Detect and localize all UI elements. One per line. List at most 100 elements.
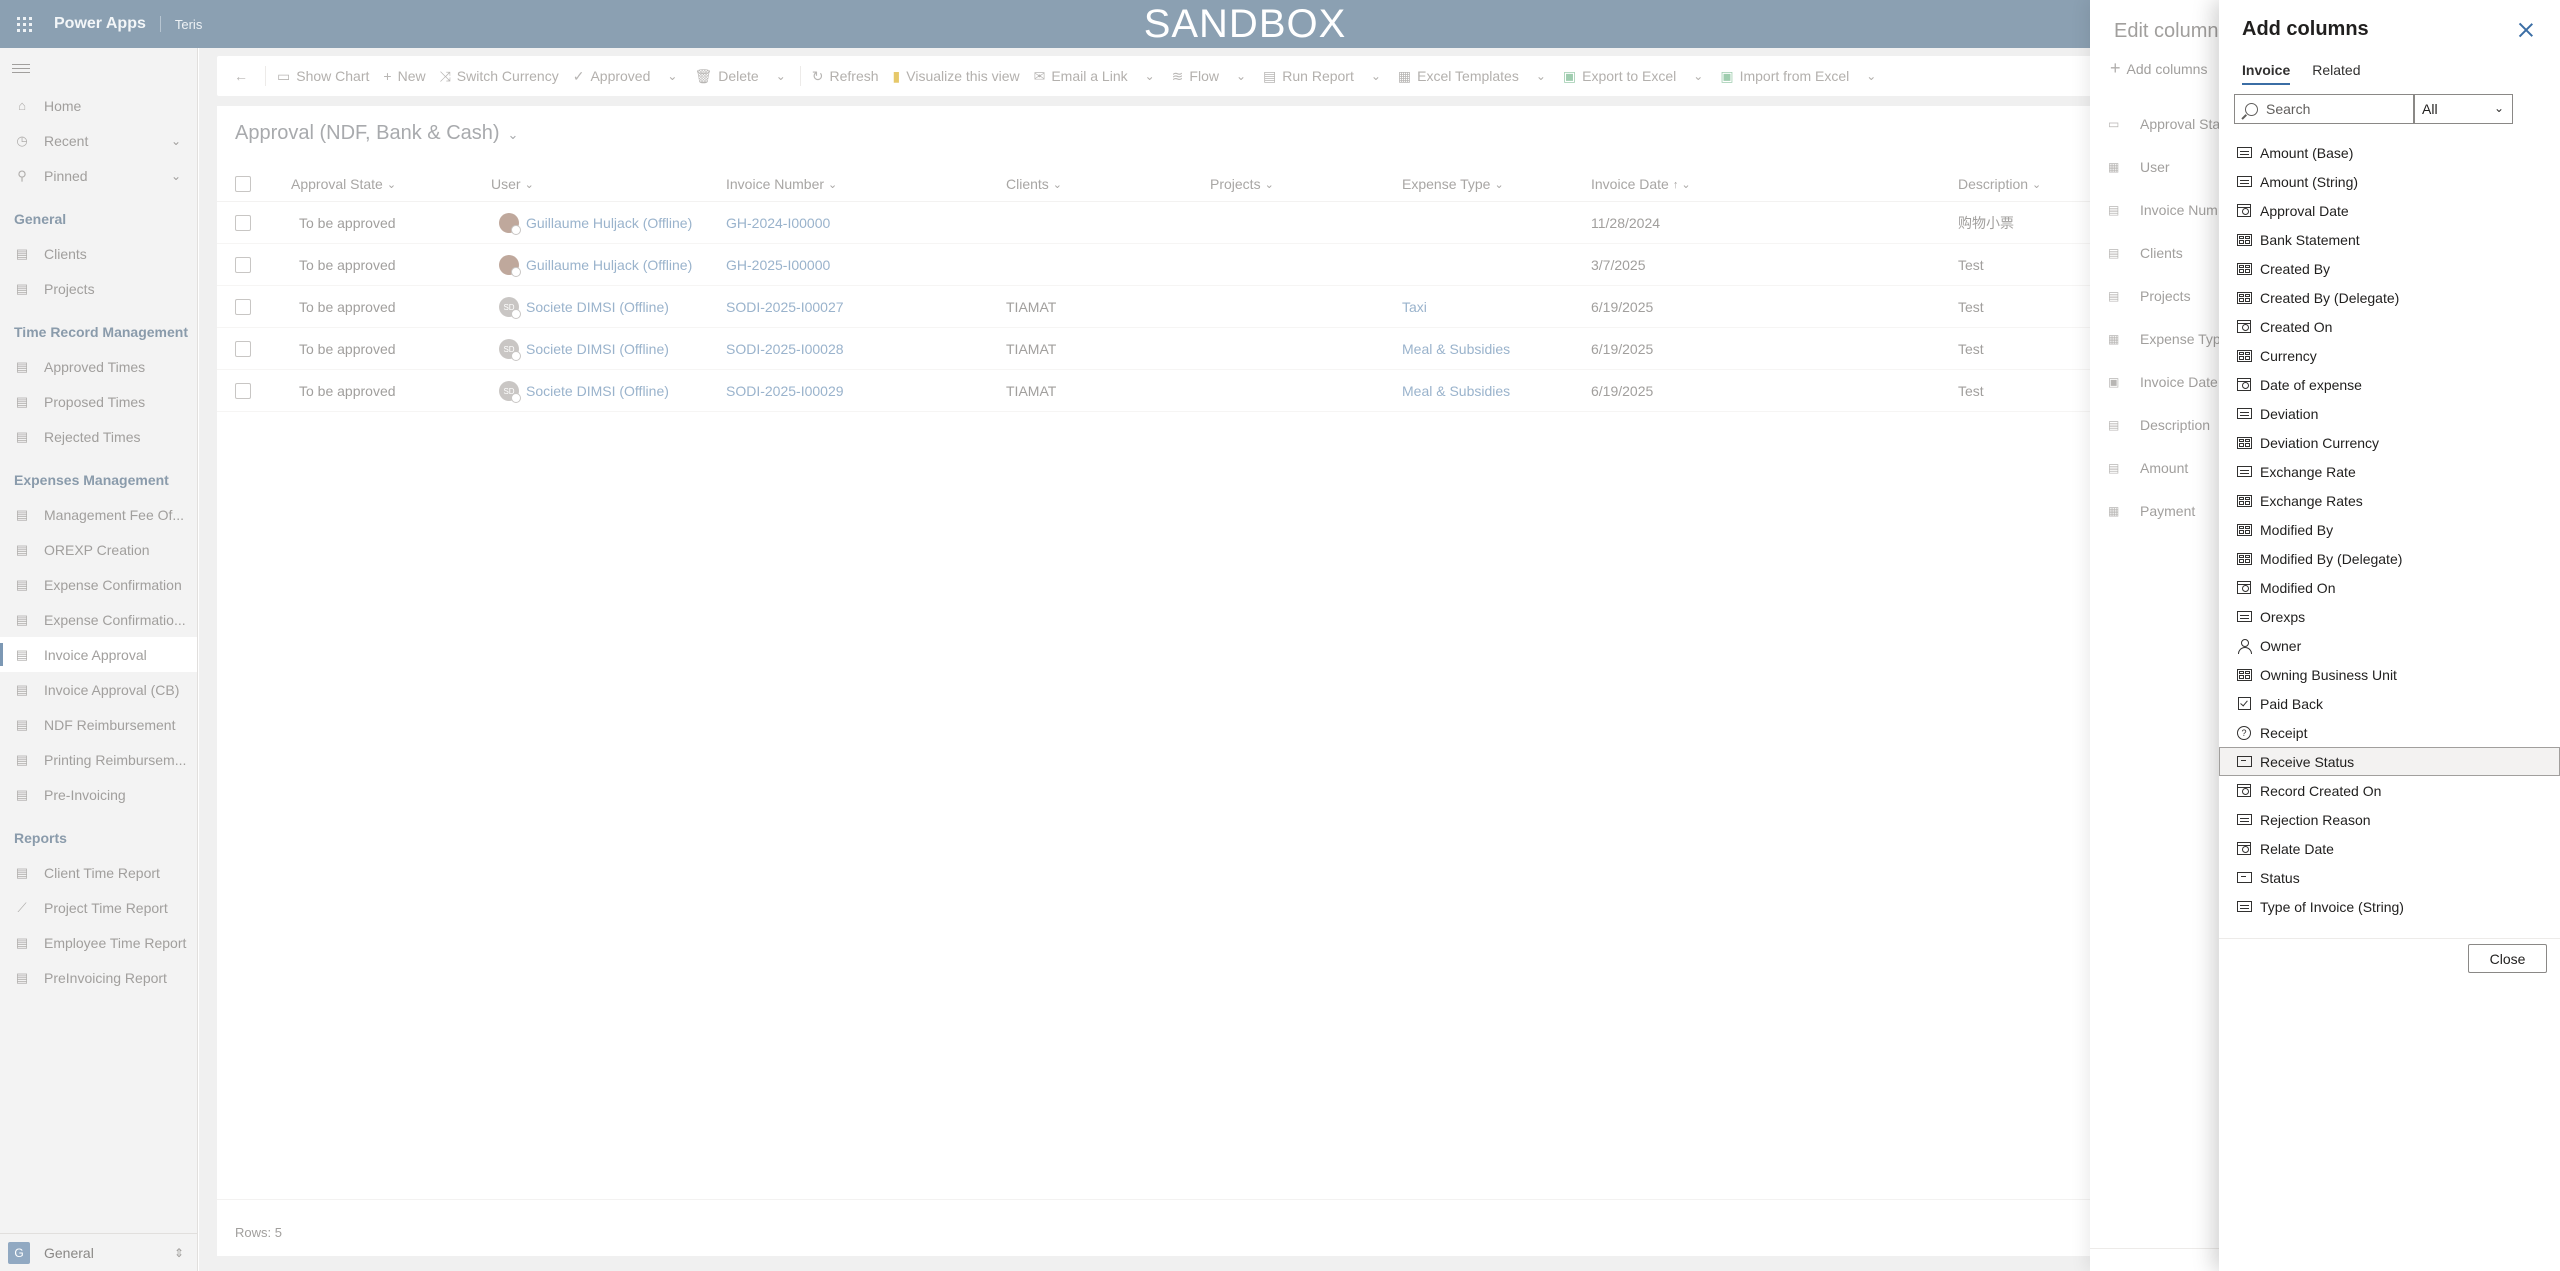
close-icon[interactable] bbox=[2518, 22, 2534, 38]
column-option[interactable]: Status bbox=[2219, 863, 2560, 892]
tab-related[interactable]: Related bbox=[2312, 62, 2360, 85]
sidebar-item[interactable]: ▤ Printing Reimbursem... bbox=[0, 742, 197, 777]
user-link[interactable]: Societe DIMSI (Offline) bbox=[526, 383, 669, 399]
chevron-down-icon[interactable]: ⌄ bbox=[171, 169, 181, 183]
sidebar-item[interactable]: ▤ Projects bbox=[0, 271, 197, 306]
delete-dropdown-icon[interactable]: ⌄ bbox=[766, 69, 796, 83]
user-link[interactable]: Societe DIMSI (Offline) bbox=[526, 341, 669, 357]
sidebar-item[interactable]: ▤ Expense Confirmation bbox=[0, 567, 197, 602]
search-input[interactable] bbox=[2266, 101, 2406, 117]
column-header-description[interactable]: Description ⌄ bbox=[1958, 166, 2041, 202]
select-all-checkbox[interactable] bbox=[235, 166, 251, 202]
column-option[interactable]: Paid Back bbox=[2219, 689, 2560, 718]
column-option[interactable]: Date of expense bbox=[2219, 370, 2560, 399]
add-columns-button[interactable]: + Add columns bbox=[2110, 58, 2207, 79]
column-option[interactable]: Orexps bbox=[2219, 602, 2560, 631]
sidebar-item-recent[interactable]: ◷ Recent ⌄ bbox=[0, 123, 197, 158]
column-header-invoice-number[interactable]: Invoice Number ⌄ bbox=[726, 166, 837, 202]
row-checkbox[interactable] bbox=[235, 202, 251, 244]
run-report-button[interactable]: ▤ Run Report bbox=[1256, 56, 1361, 96]
column-option[interactable]: Bank Statement bbox=[2219, 225, 2560, 254]
column-header-expense-type[interactable]: Expense Type ⌄ bbox=[1402, 166, 1504, 202]
cell-invoice-number[interactable]: SODI-2025-I00027 bbox=[726, 286, 844, 328]
view-selector[interactable]: Approval (NDF, Bank & Cash) ⌄ bbox=[235, 122, 518, 145]
column-option[interactable]: Exchange Rate bbox=[2219, 457, 2560, 486]
column-option[interactable]: ? Receipt bbox=[2219, 718, 2560, 747]
sidebar-item[interactable]: ▤ Clients bbox=[0, 236, 197, 271]
sidebar-item[interactable]: ▤ Management Fee Of... bbox=[0, 497, 197, 532]
switch-currency-button[interactable]: ⤨ Switch Currency bbox=[433, 56, 566, 96]
sidebar-item[interactable]: ▤ NDF Reimbursement bbox=[0, 707, 197, 742]
column-header-user[interactable]: User ⌄ bbox=[491, 166, 534, 202]
cell-user[interactable]: Guillaume Huljack (Offline) bbox=[499, 244, 692, 286]
email-link-button[interactable]: ✉ Email a Link bbox=[1027, 56, 1135, 96]
column-option[interactable]: Owning Business Unit bbox=[2219, 660, 2560, 689]
sidebar-item-home[interactable]: ⌂ Home bbox=[0, 88, 197, 123]
import-dropdown-icon[interactable]: ⌄ bbox=[1856, 69, 1886, 83]
export-dropdown-icon[interactable]: ⌄ bbox=[1683, 69, 1713, 83]
cell-invoice-number[interactable]: GH-2025-I00000 bbox=[726, 244, 830, 286]
column-option[interactable]: Modified By (Delegate) bbox=[2219, 544, 2560, 573]
sidebar-item[interactable]: ▤ Proposed Times bbox=[0, 384, 197, 419]
approved-dropdown-icon[interactable]: ⌄ bbox=[657, 69, 687, 83]
column-option[interactable]: Rejection Reason bbox=[2219, 805, 2560, 834]
cell-expense-type[interactable]: Taxi bbox=[1402, 286, 1427, 328]
cell-expense-type[interactable]: Meal & Subsidies bbox=[1402, 328, 1510, 370]
flow-dropdown-icon[interactable]: ⌄ bbox=[1226, 69, 1256, 83]
cell-user[interactable]: SD Societe DIMSI (Offline) bbox=[499, 328, 669, 370]
sidebar-item[interactable]: ▤ Client Time Report bbox=[0, 855, 197, 890]
visualize-button[interactable]: ▮ Visualize this view bbox=[886, 56, 1027, 96]
hamburger-menu-icon[interactable] bbox=[0, 48, 197, 88]
table-row[interactable]: To be approved SD Societe DIMSI (Offline) S… bbox=[217, 286, 2417, 328]
row-checkbox[interactable] bbox=[235, 286, 251, 328]
flow-button[interactable]: ≋ Flow bbox=[1165, 56, 1226, 96]
sidebar-item[interactable]: ⟋ Project Time Report bbox=[0, 890, 197, 925]
table-row[interactable]: To be approved Guillaume Huljack (Offline… bbox=[217, 244, 2417, 286]
close-button[interactable]: Close bbox=[2468, 944, 2547, 973]
column-option[interactable]: Modified By bbox=[2219, 515, 2560, 544]
back-button[interactable]: ← bbox=[227, 56, 261, 96]
table-row[interactable]: To be approved SD Societe DIMSI (Offline) S… bbox=[217, 370, 2417, 412]
cell-user[interactable]: Guillaume Huljack (Offline) bbox=[499, 202, 692, 244]
column-option[interactable]: Deviation Currency bbox=[2219, 428, 2560, 457]
excel-templates-dropdown-icon[interactable]: ⌄ bbox=[1526, 69, 1556, 83]
sidebar-item[interactable]: ▤ OREXP Creation bbox=[0, 532, 197, 567]
column-option[interactable]: Exchange Rates bbox=[2219, 486, 2560, 515]
show-chart-button[interactable]: ▭ Show Chart bbox=[270, 56, 376, 96]
sidebar-item[interactable]: ▤ Rejected Times bbox=[0, 419, 197, 454]
email-dropdown-icon[interactable]: ⌄ bbox=[1135, 69, 1165, 83]
excel-templates-button[interactable]: ▦ Excel Templates bbox=[1391, 56, 1526, 96]
user-link[interactable]: Guillaume Huljack (Offline) bbox=[526, 257, 692, 273]
column-option[interactable]: Record Created On bbox=[2219, 776, 2560, 805]
cell-invoice-number[interactable]: SODI-2025-I00028 bbox=[726, 328, 844, 370]
sidebar-item[interactable]: ▤ Invoice Approval (CB) bbox=[0, 672, 197, 707]
column-option[interactable]: Created By (Delegate) bbox=[2219, 283, 2560, 312]
table-row[interactable]: To be approved SD Societe DIMSI (Offline) S… bbox=[217, 328, 2417, 370]
sidebar-item[interactable]: ▤ Pre-Invoicing bbox=[0, 777, 197, 812]
run-report-dropdown-icon[interactable]: ⌄ bbox=[1361, 69, 1391, 83]
column-option[interactable]: Owner bbox=[2219, 631, 2560, 660]
import-excel-button[interactable]: ▣ Import from Excel bbox=[1713, 56, 1856, 96]
column-header-clients[interactable]: Clients ⌄ bbox=[1006, 166, 1062, 202]
column-option[interactable]: Deviation bbox=[2219, 399, 2560, 428]
sidebar-item[interactable]: ▤ Employee Time Report bbox=[0, 925, 197, 960]
user-link[interactable]: Guillaume Huljack (Offline) bbox=[526, 215, 692, 231]
chevron-down-icon[interactable]: ⌄ bbox=[171, 134, 181, 148]
column-header-invoice-date[interactable]: Invoice Date ↑ ⌄ bbox=[1591, 166, 1691, 202]
column-option[interactable]: Approval Date bbox=[2219, 196, 2560, 225]
delete-button[interactable]: 🗑 Delete bbox=[687, 56, 765, 96]
sidebar-item-pinned[interactable]: ⚲ Pinned ⌄ bbox=[0, 158, 197, 193]
column-option[interactable]: Receive Status bbox=[2219, 747, 2560, 776]
column-type-filter[interactable]: All ⌄ bbox=[2414, 94, 2513, 124]
sidebar-item[interactable]: ▤ Invoice Approval bbox=[0, 637, 197, 672]
row-checkbox[interactable] bbox=[235, 328, 251, 370]
column-option[interactable]: Created On bbox=[2219, 312, 2560, 341]
app-name[interactable]: Power Apps bbox=[54, 15, 146, 33]
search-field[interactable] bbox=[2234, 94, 2414, 124]
table-row[interactable]: To be approved Guillaume Huljack (Offline… bbox=[217, 202, 2417, 244]
approved-button[interactable]: ✓ Approved bbox=[566, 56, 658, 96]
column-option[interactable]: Created By bbox=[2219, 254, 2560, 283]
refresh-button[interactable]: ↻ Refresh bbox=[805, 56, 886, 96]
cell-expense-type[interactable]: Meal & Subsidies bbox=[1402, 370, 1510, 412]
column-option[interactable]: Amount (String) bbox=[2219, 167, 2560, 196]
